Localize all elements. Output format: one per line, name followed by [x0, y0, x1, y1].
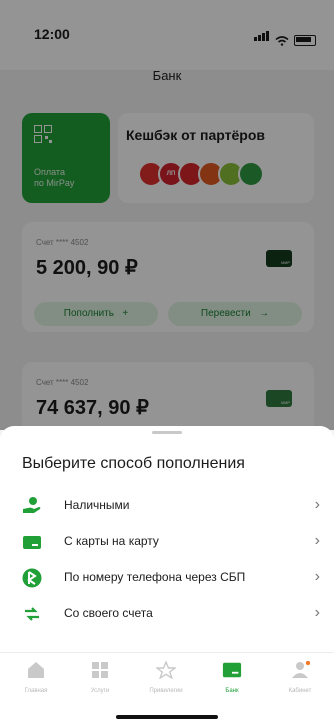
bank-card-icon — [222, 662, 242, 678]
tab-home[interactable]: Главная — [8, 661, 64, 694]
option-sbp[interactable]: По номеру телефона через СБП › — [0, 560, 334, 596]
bottom-tab-bar: Главная Услуги Привилегии Банк Кабинет — [0, 652, 334, 709]
sheet-title: Выберите способ пополнения — [22, 455, 245, 472]
home-icon — [28, 662, 44, 678]
tab-cabinet[interactable]: Кабинет — [272, 660, 328, 694]
transfer-arrows-icon — [25, 607, 39, 621]
tab-label: Кабинет — [288, 688, 312, 694]
tab-label: Привилегии — [149, 688, 183, 694]
option-own-account[interactable]: Со своего счета › — [0, 596, 334, 632]
option-label: Со своего счета — [64, 606, 153, 620]
chevron-right-icon: › — [314, 496, 320, 513]
tab-privileges[interactable]: Привилегии — [138, 660, 194, 694]
star-icon — [154, 660, 178, 680]
chevron-right-icon: › — [314, 568, 320, 585]
bank-screen: 12:00 Банк Оплата по MirPay Кешбэк от па… — [0, 0, 334, 727]
cash-hand-icon — [23, 497, 41, 513]
option-label: По номеру телефона через СБП — [64, 570, 246, 584]
tab-label: Банк — [225, 688, 239, 694]
grid-icon — [92, 662, 108, 678]
option-cash[interactable]: Наличными › — [0, 488, 334, 524]
tab-bank[interactable]: Банк — [204, 661, 260, 694]
chevron-right-icon: › — [314, 604, 320, 621]
option-label: Наличными — [64, 498, 130, 512]
sheet-grabber[interactable] — [152, 431, 182, 434]
chevron-right-icon: › — [314, 532, 320, 549]
option-card-to-card[interactable]: С карты на карту › — [0, 524, 334, 560]
option-label: С карты на карту — [64, 534, 159, 548]
sbp-icon — [22, 568, 42, 588]
card-icon — [23, 536, 41, 549]
tab-label: Главная — [24, 688, 48, 694]
home-indicator[interactable] — [116, 715, 218, 719]
tab-services[interactable]: Услуги — [72, 661, 128, 694]
profile-icon — [292, 660, 311, 678]
tab-label: Услуги — [90, 688, 110, 694]
modal-backdrop[interactable] — [0, 0, 334, 430]
